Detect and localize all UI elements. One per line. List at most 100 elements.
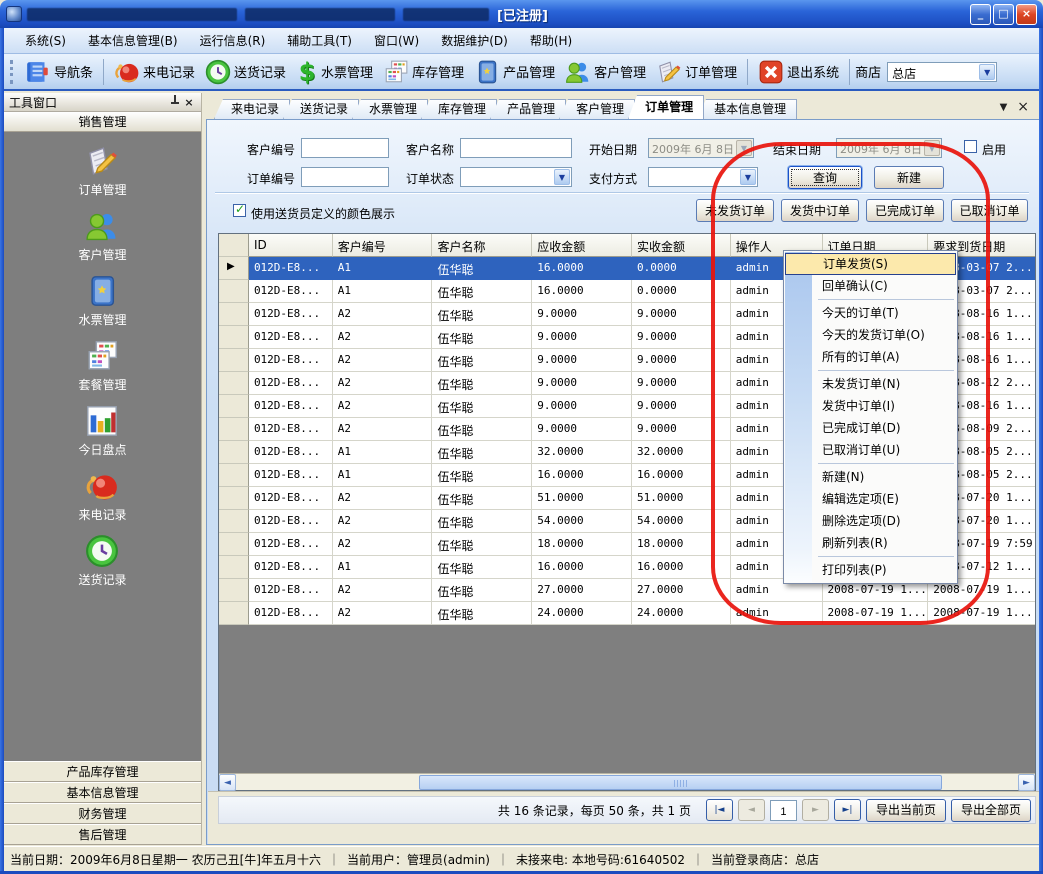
scrollbar-thumb[interactable]	[419, 775, 942, 790]
first-page-button[interactable]: |◄	[706, 799, 733, 821]
row-selector[interactable]	[219, 326, 249, 349]
chevron-down-icon[interactable]: ▼	[979, 64, 995, 80]
menu-run-info[interactable]: 运行信息(R)	[189, 28, 277, 53]
new-button[interactable]: 新建	[874, 166, 944, 189]
grid-cell[interactable]: 伍华聪	[432, 303, 532, 326]
sidebar-item-water-ticket-mgmt[interactable]: 水票管理	[78, 274, 126, 328]
next-page-button[interactable]: ►	[802, 799, 829, 821]
grid-cell[interactable]: 9.0000	[532, 303, 632, 326]
scroll-right-icon[interactable]: ►	[1018, 774, 1035, 791]
grid-cell[interactable]: 012D-E8...	[249, 441, 333, 464]
grid-cell[interactable]: 012D-E8...	[249, 280, 333, 303]
grid-cell[interactable]: A2	[333, 533, 433, 556]
sidebar-item-delivery-records[interactable]: 送货记录	[78, 534, 126, 588]
table-row[interactable]: 012D-E8...A2伍华聪24.000024.0000admin2008-0…	[219, 602, 1035, 625]
grid-cell[interactable]: 18.0000	[532, 533, 632, 556]
grid-cell[interactable]: 27.0000	[532, 579, 632, 602]
grid-cell[interactable]: A1	[333, 257, 433, 280]
grid-cell[interactable]: A2	[333, 395, 433, 418]
toolbar-orders[interactable]: 订单管理	[651, 57, 742, 87]
page-number-input[interactable]	[770, 800, 797, 821]
grid-cell[interactable]: 伍华聪	[432, 579, 532, 602]
customer-no-input[interactable]	[301, 138, 389, 158]
grid-cell[interactable]: 9.0000	[532, 418, 632, 441]
sidebar-item-today-inventory[interactable]: 今日盘点	[78, 404, 126, 458]
grid-cell[interactable]: 012D-E8...	[249, 602, 333, 625]
tab-basic-info[interactable]: 基本信息管理	[697, 99, 797, 119]
grid-cell[interactable]: 伍华聪	[432, 441, 532, 464]
pin-icon[interactable]	[168, 95, 182, 109]
grid-cell[interactable]: 0.0000	[632, 257, 731, 280]
grid-cell[interactable]: A2	[333, 372, 433, 395]
grid-cell[interactable]: 012D-E8...	[249, 418, 333, 441]
row-selector[interactable]	[219, 533, 249, 556]
context-menu-item[interactable]: 今天的订单(T)	[785, 302, 956, 324]
grid-cell[interactable]: 24.0000	[532, 602, 632, 625]
horizontal-scrollbar[interactable]: ◄ ►	[219, 773, 1035, 790]
close-button[interactable]: ×	[1016, 4, 1037, 25]
grid-cell[interactable]: 012D-E8...	[249, 326, 333, 349]
row-selector[interactable]	[219, 372, 249, 395]
context-menu-item[interactable]: 发货中订单(I)	[785, 395, 956, 417]
context-menu-item[interactable]: 回单确认(C)	[785, 275, 956, 297]
grid-cell[interactable]: 伍华聪	[432, 487, 532, 510]
context-menu-item[interactable]: 打印列表(P)	[785, 559, 956, 581]
grid-cell[interactable]: 16.0000	[532, 556, 632, 579]
grid-cell[interactable]: 9.0000	[632, 303, 731, 326]
grid-cell[interactable]: A2	[333, 418, 433, 441]
context-menu-item[interactable]: 刷新列表(R)	[785, 532, 956, 554]
context-menu-item[interactable]: 编辑选定项(E)	[785, 488, 956, 510]
shop-select[interactable]: 总店 ▼	[887, 62, 997, 82]
sidebar-item-order-mgmt[interactable]: 订单管理	[78, 144, 126, 198]
row-selector[interactable]	[219, 602, 249, 625]
grid-cell[interactable]: 012D-E8...	[249, 579, 333, 602]
grid-cell[interactable]: 9.0000	[532, 326, 632, 349]
context-menu-item[interactable]: 删除选定项(D)	[785, 510, 956, 532]
filter-unshipped-button[interactable]: 未发货订单	[696, 199, 774, 222]
grid-cell[interactable]: 伍华聪	[432, 418, 532, 441]
grid-cell[interactable]: 012D-E8...	[249, 349, 333, 372]
end-date-picker[interactable]: 2009年 6月 8日 ▼	[836, 138, 942, 158]
grid-cell[interactable]: 伍华聪	[432, 280, 532, 303]
grid-cell[interactable]: 32.0000	[632, 441, 731, 464]
scroll-left-icon[interactable]: ◄	[219, 774, 236, 791]
grid-cell[interactable]: A2	[333, 349, 433, 372]
sidebar-item-customer-mgmt[interactable]: 客户管理	[78, 209, 126, 263]
sidebar-section-finance[interactable]: 财务管理	[4, 803, 201, 824]
tab-orders[interactable]: 订单管理	[628, 95, 704, 119]
grid-cell[interactable]: 0.0000	[632, 280, 731, 303]
context-menu-item[interactable]: 未发货订单(N)	[785, 373, 956, 395]
grid-cell[interactable]: admin	[731, 602, 823, 625]
row-selector[interactable]	[219, 487, 249, 510]
menu-system[interactable]: 系统(S)	[14, 28, 77, 53]
grid-cell[interactable]: A1	[333, 441, 433, 464]
grid-cell[interactable]: A1	[333, 280, 433, 303]
grid-cell[interactable]: 51.0000	[632, 487, 731, 510]
order-status-select[interactable]: ▼	[460, 167, 572, 187]
grid-cell[interactable]: 012D-E8...	[249, 487, 333, 510]
grid-cell[interactable]: 54.0000	[632, 510, 731, 533]
maximize-button[interactable]: □	[993, 4, 1014, 25]
grid-cell[interactable]: 9.0000	[532, 349, 632, 372]
tab-products[interactable]: 产品管理	[490, 99, 566, 119]
filter-cancelled-button[interactable]: 已取消订单	[951, 199, 1028, 222]
grid-cell[interactable]: 伍华聪	[432, 326, 532, 349]
tab-inventory[interactable]: 库存管理	[421, 99, 497, 119]
context-menu-item[interactable]: 已取消订单(U)	[785, 439, 956, 461]
grid-cell[interactable]: A2	[333, 326, 433, 349]
grid-cell[interactable]: 32.0000	[532, 441, 632, 464]
sidebar-section-after-sales[interactable]: 售后管理	[4, 824, 201, 845]
tab-call-records[interactable]: 来电记录	[214, 99, 290, 119]
grid-cell[interactable]: 51.0000	[532, 487, 632, 510]
grid-cell[interactable]: A2	[333, 602, 433, 625]
grid-cell[interactable]: 伍华聪	[432, 464, 532, 487]
filter-shipping-button[interactable]: 发货中订单	[781, 199, 859, 222]
grid-cell[interactable]: 27.0000	[632, 579, 731, 602]
row-selector[interactable]	[219, 556, 249, 579]
tab-customers[interactable]: 客户管理	[559, 99, 635, 119]
grid-cell[interactable]: 012D-E8...	[249, 533, 333, 556]
tab-water-ticket[interactable]: 水票管理	[352, 99, 428, 119]
pay-method-select[interactable]: ▼	[648, 167, 758, 187]
menu-basic-info[interactable]: 基本信息管理(B)	[77, 28, 189, 53]
col-receivable[interactable]: 应收金额	[532, 234, 632, 257]
